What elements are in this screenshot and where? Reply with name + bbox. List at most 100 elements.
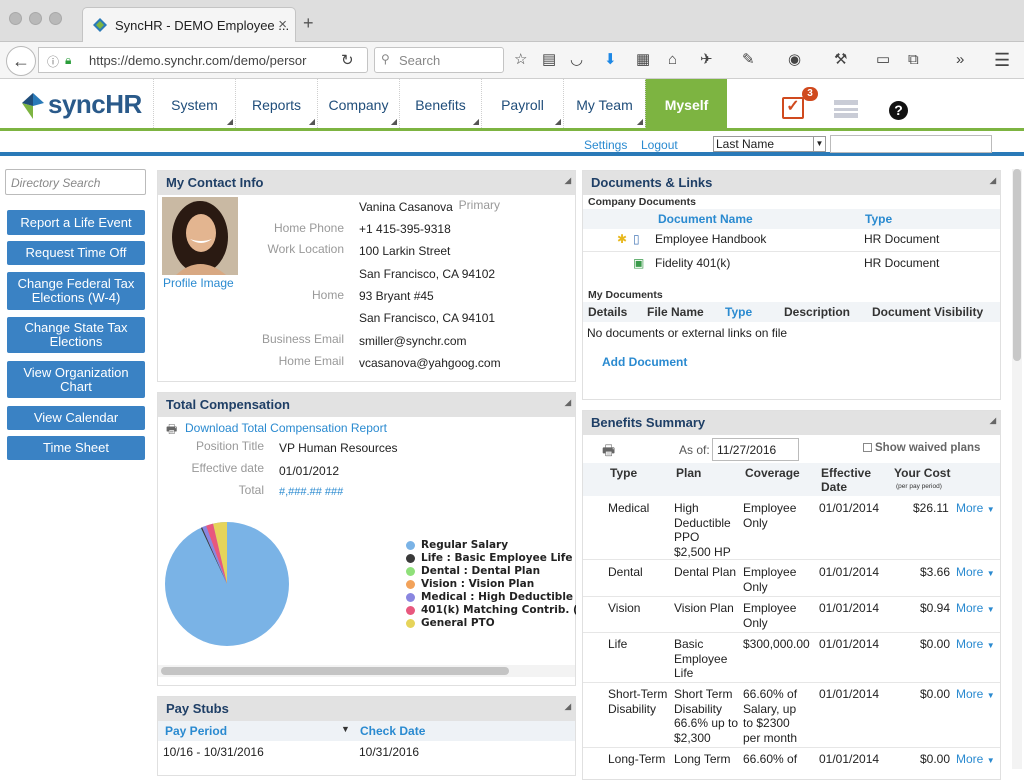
doc-type-value: HR Document [864, 256, 940, 270]
col-doc-type[interactable]: Type [865, 212, 892, 226]
employee-handbook-link[interactable]: Employee Handbook [655, 232, 766, 247]
collapse-icon[interactable]: ◢ [565, 391, 571, 415]
url-text[interactable]: https://demo.synchr.com/demo/persor [89, 53, 306, 68]
more-button[interactable]: More ▼ [956, 687, 995, 701]
clipboard-icon[interactable]: ▤ [542, 51, 556, 69]
window-minimize-button[interactable] [29, 12, 42, 25]
more-button[interactable]: More ▼ [956, 752, 995, 766]
window-zoom-button[interactable] [49, 12, 62, 25]
info-icon[interactable]: ⓘ [47, 53, 59, 70]
globe-icon[interactable]: ◉ [788, 51, 801, 69]
nav-myself[interactable]: Myself [645, 79, 727, 128]
profile-photo[interactable] [162, 197, 238, 275]
download-report-link[interactable]: Download Total Compensation Report [185, 421, 387, 435]
collapse-icon[interactable]: ◢ [990, 409, 996, 433]
add-document-link[interactable]: Add Document [602, 355, 687, 369]
logout-link[interactable]: Logout [641, 138, 678, 152]
nav-system[interactable]: System ◢ [153, 79, 235, 128]
benefit-date: 01/01/2014 [819, 687, 880, 701]
my-documents-heading: My Documents [588, 289, 663, 301]
time-sheet-button[interactable]: Time Sheet [7, 436, 145, 460]
collapse-icon[interactable]: ◢ [565, 169, 571, 193]
hamburger-menu-icon[interactable]: ☰ [994, 51, 1010, 69]
url-bar[interactable]: ⓘ 🔒︎ https://demo.synchr.com/demo/persor… [38, 47, 368, 73]
window-close-button[interactable] [9, 12, 22, 25]
tab-close-icon[interactable]: × [278, 16, 287, 33]
eyedropper-icon[interactable]: ✎ [742, 51, 755, 69]
page-scrollbar[interactable] [1012, 169, 1022, 769]
caret-down-icon: ◢ [554, 117, 561, 126]
benefit-plan: Long Term [674, 752, 731, 766]
collapse-icon[interactable]: ◢ [990, 169, 996, 193]
tasks-checkbox-icon[interactable]: ✓ [782, 97, 804, 119]
benefit-cost: $0.94 [920, 601, 951, 615]
library-icon[interactable]: ▦ [636, 51, 650, 69]
nav-company[interactable]: Company ◢ [317, 79, 399, 128]
printer-icon[interactable]: 🖶︎ [602, 440, 615, 464]
col-check-date[interactable]: Check Date [360, 724, 425, 738]
download-icon[interactable]: ⬇ [604, 51, 617, 69]
synchr-logo[interactable]: syncHR [22, 85, 152, 125]
report-life-event-button[interactable]: Report a Life Event [7, 210, 145, 235]
work-address-line1: 100 Larkin Street [359, 244, 451, 258]
col-file-name: File Name [647, 305, 704, 319]
pocket-icon[interactable]: ◡ [570, 51, 583, 69]
legend-swatch [406, 580, 415, 589]
chevron-down-icon: ▼ [986, 505, 995, 514]
pay-period-link[interactable]: 10/16 - 10/31/2016 [163, 745, 264, 760]
chevron-down-icon: ▼ [986, 605, 995, 614]
col-my-doc-type[interactable]: Type [725, 305, 752, 319]
change-federal-tax-button[interactable]: Change Federal Tax Elections (W-4) [7, 272, 145, 310]
horizontal-scrollbar[interactable] [158, 665, 575, 677]
row-divider [583, 559, 1000, 560]
benefit-cost: $0.00 [920, 752, 951, 766]
col-pay-period[interactable]: Pay Period [165, 724, 227, 738]
view-calendar-button[interactable]: View Calendar [7, 406, 145, 430]
more-button[interactable]: More ▼ [956, 637, 995, 651]
overflow-chevron-icon[interactable]: » [956, 51, 964, 69]
more-button[interactable]: More ▼ [956, 501, 995, 515]
doc-type-value: HR Document [864, 232, 940, 246]
wrench-icon[interactable]: ⚒ [834, 51, 847, 69]
sort-desc-icon[interactable]: ▼ [341, 724, 350, 734]
server-list-icon[interactable] [834, 100, 858, 118]
browser-search-input[interactable]: ⚲ Search [374, 47, 504, 73]
printer-icon[interactable]: 🖶︎ [166, 420, 177, 441]
extension-icon[interactable]: ✈ [700, 51, 713, 69]
col-document-name[interactable]: Document Name [658, 212, 753, 226]
help-icon[interactable]: ? [889, 101, 908, 120]
benefit-plan-link[interactable]: High Deductible PPO $2,500 HP [674, 501, 738, 559]
change-state-tax-button[interactable]: Change State Tax Elections [7, 317, 145, 353]
more-button[interactable]: More ▼ [956, 601, 995, 615]
scrollbar-thumb[interactable] [161, 667, 509, 675]
as-of-date-input[interactable]: 11/27/2016 [712, 438, 799, 461]
primary-name: Vanina Casanova [359, 200, 453, 214]
legend-dental: Dental : Dental Plan [406, 565, 540, 577]
settings-link[interactable]: Settings [584, 138, 627, 152]
panel-title: Pay Stubs ◢ [158, 697, 575, 721]
home-icon[interactable]: ⌂ [668, 51, 677, 69]
nav-payroll[interactable]: Payroll ◢ [481, 79, 563, 128]
request-time-off-button[interactable]: Request Time Off [7, 241, 145, 265]
nav-my-team[interactable]: My Team ◢ [563, 79, 645, 128]
bookmark-star-icon[interactable]: ☆ [514, 51, 527, 69]
screenshot-icon[interactable]: ⧉ [908, 51, 919, 69]
employee-search-input[interactable] [830, 135, 992, 153]
show-waived-checkbox[interactable] [863, 443, 872, 452]
directory-search-input[interactable]: Directory Search [5, 169, 146, 195]
benefit-cost: $26.11 [913, 501, 949, 515]
fidelity-401k-link[interactable]: Fidelity 401(k) [655, 256, 730, 271]
sidebar-icon[interactable]: ▭ [876, 51, 890, 69]
more-button[interactable]: More ▼ [956, 565, 995, 579]
reload-icon[interactable]: ↻ [341, 51, 354, 69]
collapse-icon[interactable]: ◢ [565, 695, 571, 719]
profile-image-link[interactable]: Profile Image [163, 276, 234, 290]
nav-reports[interactable]: Reports ◢ [235, 79, 317, 128]
nav-benefits[interactable]: Benefits ◢ [399, 79, 481, 128]
scrollbar-thumb[interactable] [1013, 169, 1021, 361]
view-org-chart-button[interactable]: View Organization Chart [7, 361, 145, 398]
search-field-select[interactable]: Last Name ▼ [713, 136, 826, 152]
back-button[interactable]: ← [6, 46, 36, 76]
new-tab-button[interactable]: + [303, 13, 314, 34]
browser-tab[interactable]: SyncHR - DEMO Employee ... × [82, 7, 296, 43]
